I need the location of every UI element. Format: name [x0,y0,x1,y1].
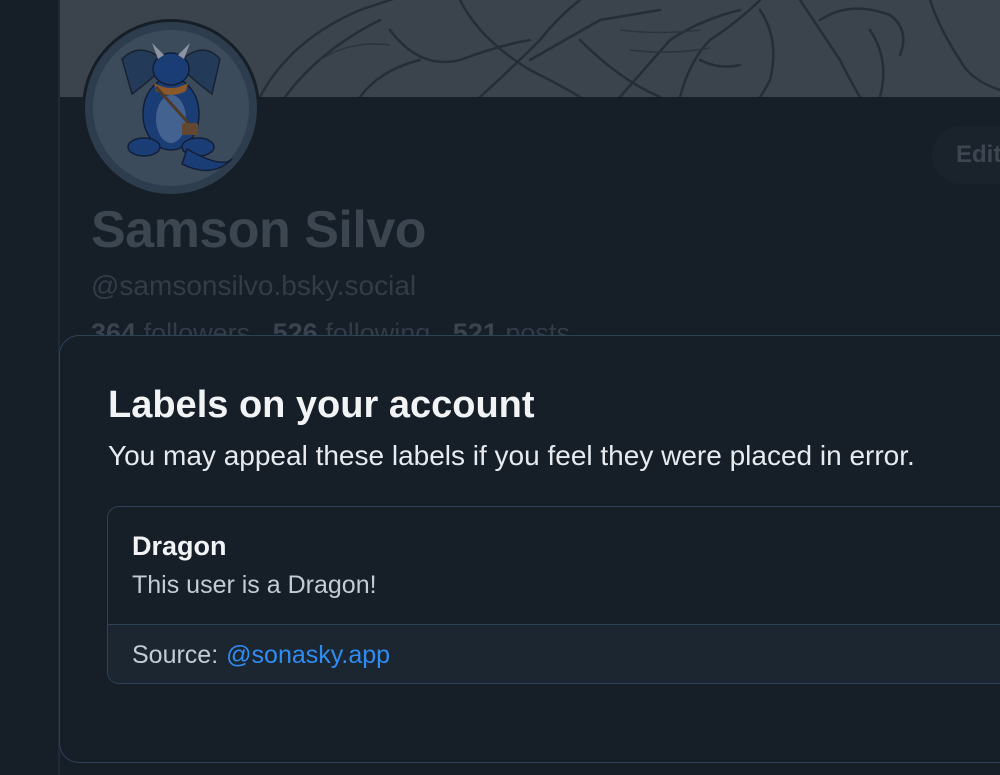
modal-title: Labels on your account [108,384,535,426]
source-prefix: Source: [132,640,219,669]
label-card: Dragon This user is a Dragon! Source: @s… [107,506,1000,684]
modal-subtitle: You may appeal these labels if you feel … [108,440,915,471]
label-source-row: Source: @sonasky.app [108,624,1000,683]
app-page: Edit Samson Silvo @samsonsilvo.bsky.soci… [0,0,1000,775]
left-sidebar [0,0,60,775]
label-description: This user is a Dragon! [132,571,377,599]
profile-handle: @samsonsilvo.bsky.social [91,270,417,301]
source-handle-link[interactable]: @sonasky.app [226,641,390,670]
labels-modal: Labels on your account You may appeal th… [59,335,1000,763]
edit-profile-label: Edit [956,141,1000,168]
dragon-avatar-image [85,22,257,194]
profile-avatar[interactable] [82,19,260,197]
label-name: Dragon [132,531,227,561]
edit-profile-button[interactable]: Edit [932,126,1000,184]
profile-display-name: Samson Silvo [91,201,427,259]
